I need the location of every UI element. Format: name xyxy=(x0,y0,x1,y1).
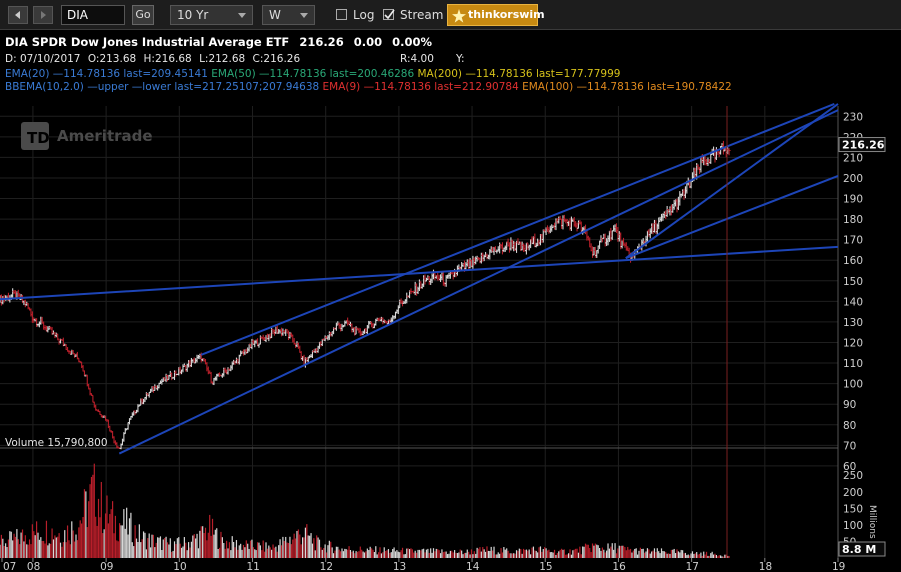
price-tick-label: 80 xyxy=(843,420,856,432)
price-change: 0.00 xyxy=(354,35,382,49)
time-tick-label: 11 xyxy=(246,561,259,572)
legend-segment: —114.78136 last=177.77999 xyxy=(462,68,620,80)
bar-close: C:216.26 xyxy=(253,53,301,65)
price-change-pct: 0.00% xyxy=(392,35,432,49)
legend-segment: EMA(20) xyxy=(5,68,49,80)
time-tick-label: 10 xyxy=(173,561,186,572)
chevron-down-icon xyxy=(300,13,308,18)
price-tick-label: 140 xyxy=(843,296,863,308)
price-tick-label: 230 xyxy=(843,111,863,123)
price-tick-label: 100 xyxy=(843,379,863,391)
time-tick-label: 15 xyxy=(539,561,552,572)
checkmark-icon xyxy=(384,9,395,20)
watermark-text: Ameritrade xyxy=(57,127,153,145)
stream-label: Stream xyxy=(400,8,444,22)
legend-segment: —114.78136 last=212.90784 xyxy=(360,81,522,93)
price-tick-label: 210 xyxy=(843,152,863,164)
timeframe-select[interactable]: 10 Yr xyxy=(170,5,253,25)
volume-label: Volume 15,790,800 xyxy=(5,437,108,449)
stream-checkbox[interactable] xyxy=(383,9,395,20)
thinkorswim-button[interactable]: thinkorswim xyxy=(447,4,545,26)
price-tick-label: 200 xyxy=(843,173,863,185)
legend-segment: EMA(100) xyxy=(522,81,573,93)
timeframe-value: 10 Yr xyxy=(177,8,209,22)
log-label: Log xyxy=(353,8,375,22)
time-tick-label: 16 xyxy=(612,561,626,572)
go-button[interactable]: Go xyxy=(132,5,154,25)
header-line: DIA SPDR Dow Jones Industrial Average ET… xyxy=(5,35,432,49)
time-tick-label: 07 xyxy=(3,561,16,572)
last-volume-marker: 8.8 M xyxy=(838,541,886,557)
range-value: R:4.00 xyxy=(400,53,434,65)
symbol-input[interactable]: DIA xyxy=(61,5,125,25)
volume-tick-label: 250 xyxy=(843,470,863,482)
price-tick-label: 190 xyxy=(843,194,863,206)
security-title: DIA SPDR Dow Jones Industrial Average ET… xyxy=(5,35,289,49)
legend-segment: BBEMA(10,2.0) xyxy=(5,81,84,93)
star-icon xyxy=(452,9,466,23)
legend-segment: EMA(9) xyxy=(323,81,361,93)
price-tick-label: 120 xyxy=(843,337,863,349)
legend-segment: —114.78136 last=200.46286 xyxy=(256,68,418,80)
forward-button[interactable] xyxy=(33,6,53,24)
legend-segment: —114.78136 last=190.78422 xyxy=(573,81,731,93)
ohlc-line: D: 07/10/2017 O:213.68 H:216.68 L:212.68… xyxy=(5,53,300,65)
bar-open: O:213.68 xyxy=(88,53,136,65)
td-logo-letters: TD xyxy=(27,129,50,147)
volume-tick-label: 200 xyxy=(843,487,863,499)
time-tick-label: 09 xyxy=(100,561,113,572)
aggregation-select[interactable]: W xyxy=(262,5,315,25)
aggregation-value: W xyxy=(269,8,281,22)
bar-high: H:216.68 xyxy=(144,53,192,65)
last-price: 216.26 xyxy=(299,35,343,49)
bar-date: D: 07/10/2017 xyxy=(5,53,80,65)
volume-tick-label: 100 xyxy=(843,520,863,532)
price-tick-label: 110 xyxy=(843,358,863,370)
arrow-left-icon xyxy=(15,11,20,19)
volume-axis-title: Millions xyxy=(867,505,877,539)
legend-segment: —114.78136 last=209.45141 xyxy=(49,68,211,80)
price-tick-label: 170 xyxy=(843,235,863,247)
price-tick-label: 160 xyxy=(843,255,863,267)
time-tick-label: 19 xyxy=(832,561,845,572)
back-button[interactable] xyxy=(8,6,28,24)
last-price-marker: 216.26 xyxy=(838,137,886,153)
price-tick-label: 70 xyxy=(843,440,856,452)
last-volume-axis-label: 8.8 M xyxy=(842,543,876,556)
time-tick-label: 12 xyxy=(320,561,333,572)
bar-low: L:212.68 xyxy=(199,53,245,65)
log-checkbox[interactable] xyxy=(336,9,347,20)
price-tick-label: 150 xyxy=(843,276,863,288)
price-tick-label: 130 xyxy=(843,317,863,329)
time-tick-label: 14 xyxy=(466,561,480,572)
time-tick-label: 13 xyxy=(393,561,406,572)
time-tick-label: 18 xyxy=(759,561,772,572)
time-tick-label: 08 xyxy=(27,561,40,572)
legend-segment: —upper —lower last=217.25107;207.94638 xyxy=(84,81,323,93)
last-price-axis-label: 216.26 xyxy=(842,139,885,152)
price-tick-label: 90 xyxy=(843,399,856,411)
time-tick-label: 17 xyxy=(686,561,699,572)
legend-segment: MA(200) xyxy=(418,68,462,80)
legend-segment: EMA(50) xyxy=(211,68,255,80)
arrow-right-icon xyxy=(41,11,46,19)
study-legend-row-1: EMA(20) —114.78136 last=209.45141 EMA(50… xyxy=(5,68,620,80)
price-chart[interactable]: DIA SPDR Dow Jones Industrial Average ET… xyxy=(0,30,901,572)
toolbar: DIA Go 10 Yr W Log Stream thinkorswim xyxy=(0,0,901,30)
study-legend-row-2: BBEMA(10,2.0) —upper —lower last=217.251… xyxy=(5,81,732,93)
thinkorswim-label: thinkorswim xyxy=(468,8,545,21)
volume-tick-label: 150 xyxy=(843,503,863,515)
chevron-down-icon xyxy=(238,13,246,18)
price-tick-label: 180 xyxy=(843,214,863,226)
y-value: Y: xyxy=(455,53,465,65)
